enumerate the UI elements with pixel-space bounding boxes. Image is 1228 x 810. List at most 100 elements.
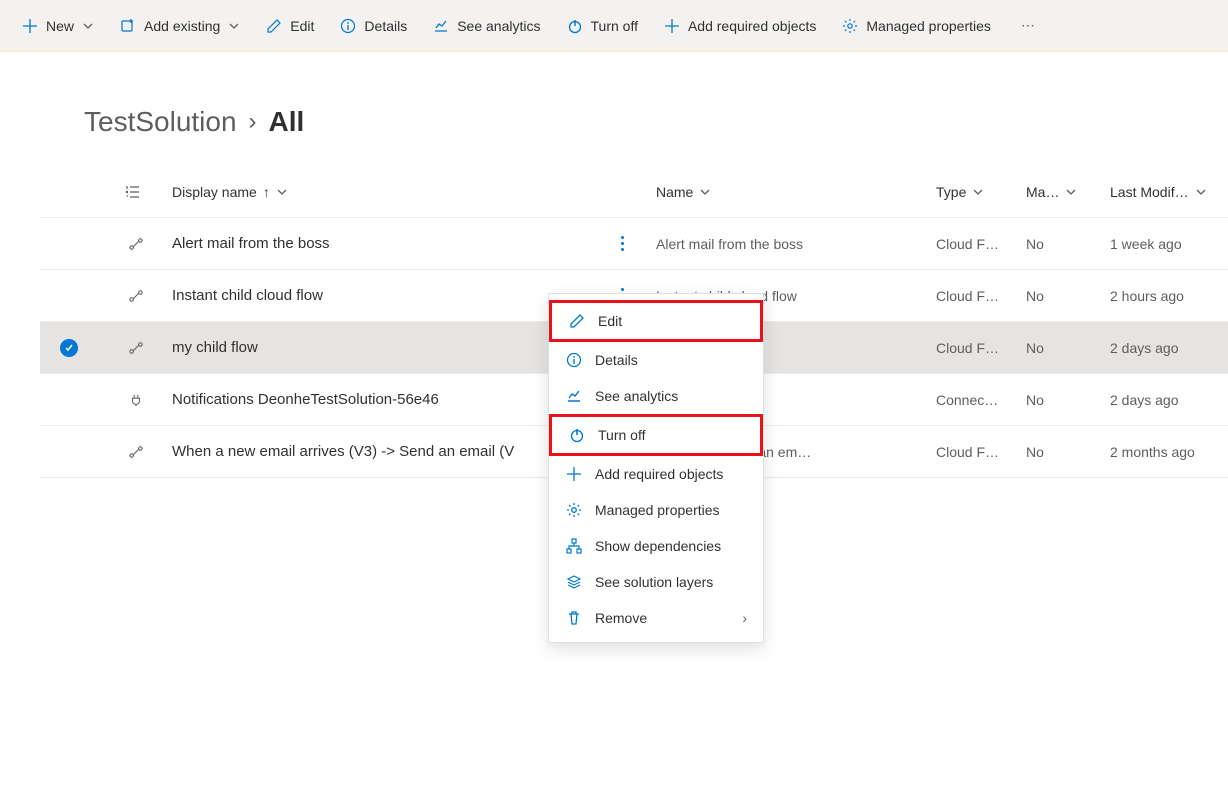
edit-button[interactable]: Edit bbox=[256, 12, 324, 40]
layers-icon bbox=[565, 574, 583, 590]
col-managed[interactable]: Ma… bbox=[1026, 184, 1110, 200]
add-existing-label: Add existing bbox=[144, 18, 220, 34]
ctx-see-solution-layers[interactable]: See solution layers bbox=[549, 564, 763, 600]
turn-off-button[interactable]: Turn off bbox=[557, 12, 648, 40]
col-name[interactable]: Name bbox=[656, 184, 936, 200]
ctx-remove[interactable]: Remove › bbox=[549, 600, 763, 636]
add-required-button[interactable]: Add required objects bbox=[654, 12, 826, 40]
turn-off-label: Turn off bbox=[591, 18, 638, 34]
ctx-label: Show dependencies bbox=[595, 538, 721, 554]
context-menu: Edit Details See analytics Turn off Add … bbox=[548, 293, 764, 643]
ctx-label: Add required objects bbox=[595, 466, 723, 482]
plus-icon bbox=[22, 18, 38, 34]
cell-type: Connec… bbox=[936, 392, 1026, 408]
breadcrumb: TestSolution › All bbox=[0, 52, 1228, 138]
chevron-down-icon bbox=[276, 186, 288, 198]
analytics-button[interactable]: See analytics bbox=[423, 12, 550, 40]
details-button[interactable]: Details bbox=[330, 12, 417, 40]
power-icon bbox=[568, 427, 586, 443]
breadcrumb-leaf: All bbox=[269, 106, 305, 138]
flow-icon bbox=[100, 445, 172, 459]
flow-icon bbox=[100, 289, 172, 303]
ctx-show-dependencies[interactable]: Show dependencies bbox=[549, 528, 763, 564]
chevron-right-icon: › bbox=[249, 108, 257, 136]
managed-properties-label: Managed properties bbox=[866, 18, 991, 34]
cell-type: Cloud F… bbox=[936, 340, 1026, 356]
chart-icon bbox=[565, 388, 583, 404]
chevron-down-icon bbox=[228, 20, 240, 32]
cell-modified: 2 days ago bbox=[1110, 340, 1228, 356]
more-horizontal-icon: ⋯ bbox=[1021, 17, 1035, 34]
plus-icon bbox=[565, 466, 583, 482]
ctx-label: Details bbox=[595, 352, 638, 368]
new-button[interactable]: New bbox=[12, 12, 104, 40]
cell-modified: 2 hours ago bbox=[1110, 288, 1228, 304]
cell-display-name: Alert mail from the boss bbox=[172, 235, 612, 252]
cell-managed: No bbox=[1026, 288, 1110, 304]
edit-label: Edit bbox=[290, 18, 314, 34]
info-icon bbox=[565, 352, 583, 368]
flow-icon bbox=[100, 237, 172, 251]
ctx-details[interactable]: Details bbox=[549, 342, 763, 378]
chevron-right-icon: › bbox=[742, 610, 747, 626]
chevron-down-icon bbox=[1065, 186, 1077, 198]
ctx-label: See solution layers bbox=[595, 574, 713, 590]
gear-icon bbox=[842, 18, 858, 34]
tree-icon bbox=[565, 538, 583, 554]
info-icon bbox=[340, 18, 356, 34]
chevron-down-icon bbox=[1195, 186, 1207, 198]
new-label: New bbox=[46, 18, 74, 34]
managed-properties-button[interactable]: Managed properties bbox=[832, 12, 1001, 40]
ctx-turn-off[interactable]: Turn off bbox=[549, 414, 763, 456]
gear-icon bbox=[565, 502, 583, 518]
flow-icon bbox=[100, 341, 172, 355]
add-required-label: Add required objects bbox=[688, 18, 816, 34]
chart-icon bbox=[433, 18, 449, 34]
add-existing-button[interactable]: Add existing bbox=[110, 12, 250, 40]
cell-display-name: my child flow bbox=[172, 339, 612, 356]
ctx-label: Turn off bbox=[598, 427, 645, 443]
cell-managed: No bbox=[1026, 392, 1110, 408]
cell-type: Cloud F… bbox=[936, 444, 1026, 460]
overflow-button[interactable]: ⋯ bbox=[1011, 11, 1045, 40]
ctx-label: Edit bbox=[598, 313, 622, 329]
ctx-see-analytics[interactable]: See analytics bbox=[549, 378, 763, 414]
col-last-modified[interactable]: Last Modif… bbox=[1110, 184, 1228, 200]
details-label: Details bbox=[364, 18, 407, 34]
numbered-list-icon[interactable] bbox=[125, 184, 141, 200]
ctx-label: Managed properties bbox=[595, 502, 720, 518]
col-display-name[interactable]: Display name ↑ bbox=[172, 184, 612, 200]
cell-type: Cloud F… bbox=[936, 236, 1026, 252]
cell-managed: No bbox=[1026, 444, 1110, 460]
edit-icon bbox=[568, 313, 586, 329]
table-row[interactable]: Alert mail from the boss Alert mail from… bbox=[40, 218, 1228, 270]
ctx-add-required-objects[interactable]: Add required objects bbox=[549, 456, 763, 492]
plus-icon bbox=[664, 18, 680, 34]
ctx-label: Remove bbox=[595, 610, 647, 626]
chevron-down-icon bbox=[82, 20, 94, 32]
chevron-down-icon bbox=[699, 186, 711, 198]
cell-display-name: When a new email arrives (V3) -> Send an… bbox=[172, 443, 612, 460]
row-selected-icon[interactable] bbox=[60, 339, 78, 357]
cell-modified: 2 days ago bbox=[1110, 392, 1228, 408]
trash-icon bbox=[565, 610, 583, 626]
breadcrumb-root[interactable]: TestSolution bbox=[84, 106, 237, 138]
cell-display-name: Notifications DeonheTestSolution-56e46 bbox=[172, 391, 612, 408]
ctx-managed-properties[interactable]: Managed properties bbox=[549, 492, 763, 528]
sort-asc-icon: ↑ bbox=[263, 184, 270, 200]
cell-modified: 1 week ago bbox=[1110, 236, 1228, 252]
power-icon bbox=[567, 18, 583, 34]
chevron-down-icon bbox=[972, 186, 984, 198]
cell-type: Cloud F… bbox=[936, 288, 1026, 304]
analytics-label: See analytics bbox=[457, 18, 540, 34]
edit-icon bbox=[266, 18, 282, 34]
ctx-label: See analytics bbox=[595, 388, 678, 404]
row-more-button[interactable] bbox=[612, 236, 632, 251]
toolbar: New Add existing Edit Details See analyt… bbox=[0, 0, 1228, 52]
table: Display name ↑ Name Type Ma… Last Modif…… bbox=[0, 138, 1228, 478]
col-type[interactable]: Type bbox=[936, 184, 1026, 200]
plug-icon bbox=[100, 393, 172, 407]
ctx-edit[interactable]: Edit bbox=[549, 300, 763, 342]
cell-display-name: Instant child cloud flow bbox=[172, 287, 612, 304]
cell-modified: 2 months ago bbox=[1110, 444, 1228, 460]
